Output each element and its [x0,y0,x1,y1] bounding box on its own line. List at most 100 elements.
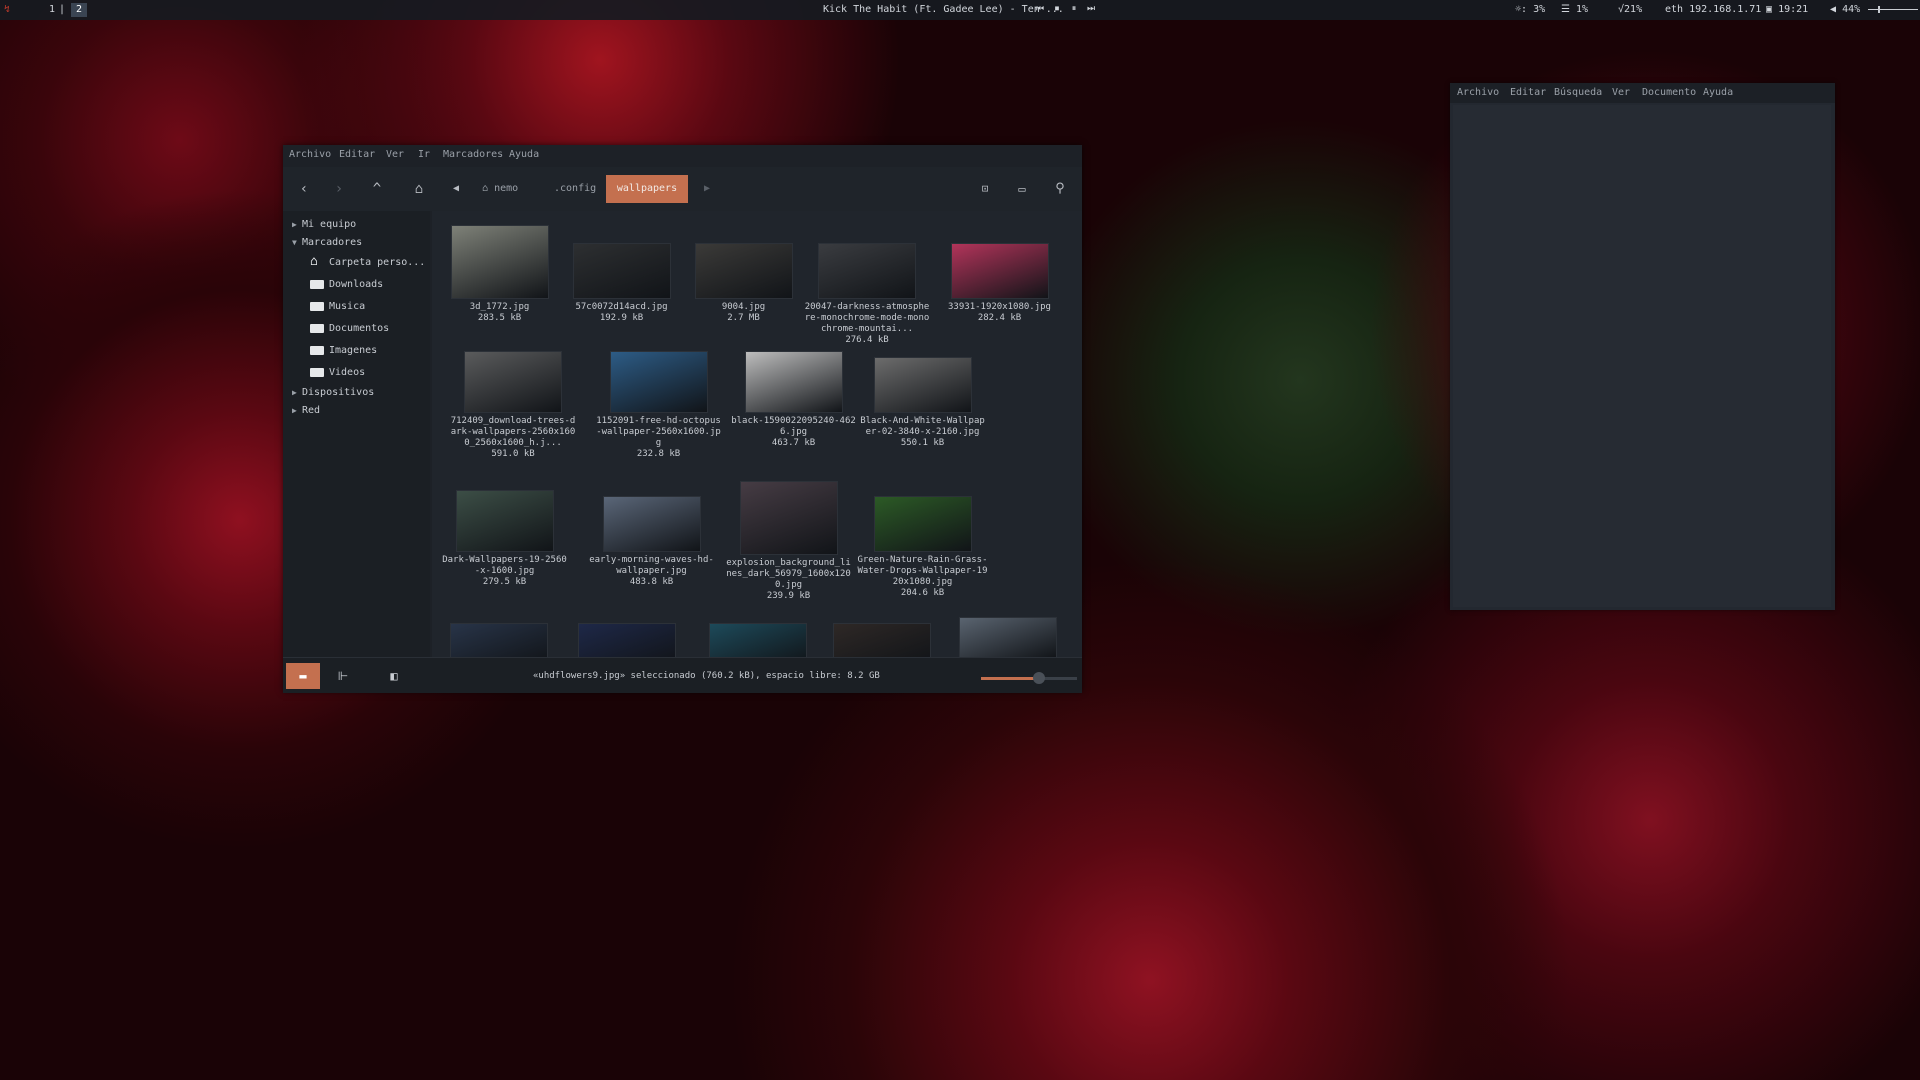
file-size: 192.9 kB [599,313,644,323]
editor-menu-busqueda[interactable]: Búsqueda [1554,87,1602,99]
file-item[interactable]: Black-And-White-Wallpaper-02-3840-x-2160… [860,357,985,449]
home-icon[interactable]: ⌂ [407,177,431,201]
file-item[interactable]: explosion_background_lines_dark_56979_16… [726,481,851,602]
next-track-icon[interactable]: ⏭ [1085,2,1097,16]
editor-menu-editar[interactable]: Editar [1510,87,1546,99]
file-thumbnail[interactable] [709,623,807,657]
breadcrumb-home[interactable]: ⌂ nemo [482,175,518,203]
menu-ayuda[interactable]: Ayuda [509,149,539,161]
editor-menu-archivo[interactable]: Archivo [1457,87,1499,99]
terminal-icon[interactable]: ⊡ [973,177,997,201]
sidebar-item-carpeta-personal[interactable]: ⌂ Carpeta perso... [310,254,425,272]
menu-ir[interactable]: Ir [418,149,430,161]
sidebar-item-downloads[interactable]: Downloads [310,276,383,294]
forward-icon[interactable]: › [327,177,351,201]
previous-track-icon[interactable]: ⏮ [1034,2,1046,16]
launcher-icon[interactable]: ↯ [4,3,14,17]
file-thumbnail[interactable] [833,623,931,657]
stop-icon[interactable]: ⏹ [1051,2,1063,16]
breadcrumb-right-icon[interactable]: ▶ [695,177,719,201]
collapse-icon[interactable]: ▼ [292,234,302,252]
file-thumbnail [744,351,843,413]
file-thumbnail[interactable] [578,623,676,657]
volume-bar-knob[interactable] [1878,6,1880,13]
file-name: 3d_1772.jpg [469,302,530,312]
menu-editar[interactable]: Editar [339,149,375,161]
sidebar-item-musica[interactable]: Musica [310,298,365,316]
sidebar-item-imagenes[interactable]: Imagenes [310,342,377,360]
workspace-2[interactable]: 2 [71,3,88,17]
workspace-1[interactable]: 1 [44,3,60,17]
expand-icon[interactable]: ▶ [292,216,302,234]
file-item[interactable]: 57c0072d14acd.jpg 192.9 kB [559,243,684,324]
file-item[interactable]: early-morning-waves-hd-wallpaper.jpg 483… [589,496,714,588]
file-item[interactable]: 9004.jpg 2.7 MB [681,243,806,324]
breadcrumb-config[interactable]: .config [554,175,596,203]
file-size: 232.8 kB [636,449,681,459]
volume-bar[interactable] [1868,9,1918,10]
menu-archivo[interactable]: Archivo [289,149,331,161]
file-item[interactable]: 1152091-free-hd-octopus-wallpaper-2560x1… [596,351,721,460]
expand-icon[interactable]: ▶ [292,384,302,402]
sidebar-dispositivos[interactable]: ▶ Dispositivos [292,384,374,402]
file-thumbnail [572,243,671,299]
file-name: 1152091-free-hd-octopus-wallpaper-2560x1… [596,416,721,448]
file-thumbnail [694,243,793,299]
search-icon[interactable]: ⚲ [1048,177,1072,201]
file-size: 282.4 kB [977,313,1022,323]
file-manager-window: Archivo Editar Ver Ir Marcadores Ayuda ‹… [283,145,1082,693]
file-item[interactable]: Green-Nature-Rain-Grass-Water-Drops-Wall… [855,496,990,599]
file-thumbnail [818,243,916,299]
volume-indicator[interactable]: ◀ 44% [1830,3,1860,17]
sidebar-red[interactable]: ▶ Red [292,402,320,420]
expand-icon[interactable]: ▶ [292,402,302,420]
editor-menu-ayuda[interactable]: Ayuda [1703,87,1733,99]
toggle-sidebar-icon[interactable]: ◧ [377,663,411,689]
menu-ver[interactable]: Ver [386,149,404,161]
tree-view-icon[interactable]: ⊩ [326,663,360,689]
file-size: 591.0 kB [491,449,535,459]
editor-menu-ver[interactable]: Ver [1612,87,1630,99]
file-name: Green-Nature-Rain-Grass-Water-Drops-Wall… [857,555,988,587]
folder-icon [310,301,324,311]
file-item[interactable]: 33931-1920x1080.jpg 282.4 kB [937,243,1062,324]
file-thumbnail [464,351,562,413]
file-size: 463.7 kB [771,438,816,448]
network-indicator: eth 192.168.1.71 [1665,4,1762,15]
pause-icon[interactable]: ⏸ [1068,2,1080,16]
folder-icon [310,345,324,355]
sidebar-marcadores[interactable]: ▼ Marcadores [292,234,362,252]
file-item[interactable]: black-1590022095240-4626.jpg 463.7 kB [731,351,856,449]
file-item[interactable]: Dark-Wallpapers-19-2560-x-1600.jpg 279.5… [442,490,567,588]
calendar-icon: ▣ [1766,4,1773,15]
menu-marcadores[interactable]: Marcadores [443,149,503,161]
breadcrumb-wallpapers[interactable]: wallpapers [606,175,688,203]
sidebar-item-videos[interactable]: Videos [310,364,365,382]
file-item[interactable]: 3d_1772.jpg 283.5 kB [437,225,562,324]
brightness-indicator: ☼: 3% [1515,3,1545,17]
editor-menu-bar: Archivo Editar Búsqueda Ver Documento Ay… [1450,83,1835,103]
toolbar: ‹ › ^ ⌂ ◀ ⌂ nemo .config wallpapers ▶ ⊡ … [283,167,1082,211]
volume-icon: ◀ [1830,4,1837,15]
up-icon[interactable]: ^ [365,177,389,201]
zoom-slider-handle[interactable] [1033,672,1045,684]
editor-text-area[interactable] [1453,105,1831,607]
sidebar-item-documentos[interactable]: Documentos [310,320,389,338]
editor-menu-documento[interactable]: Documento [1642,87,1696,99]
file-item[interactable]: 712409_download-trees-dark-wallpapers-25… [448,351,578,460]
file-name: 712409_download-trees-dark-wallpapers-25… [450,416,576,448]
places-view-folder-icon[interactable]: ▬ [286,663,320,689]
file-size: 483.8 kB [629,577,674,587]
file-thumbnail[interactable] [959,617,1057,657]
file-thumbnail [450,225,549,299]
file-thumbnail [739,481,838,555]
file-name: black-1590022095240-4626.jpg [731,416,856,437]
back-icon[interactable]: ‹ [292,177,316,201]
breadcrumb-label: nemo [494,183,519,194]
new-folder-icon[interactable]: ▭ [1010,177,1034,201]
sidebar-mi-equipo[interactable]: ▶ Mi equipo [292,216,356,234]
file-thumbnail[interactable] [450,623,548,657]
file-name: early-morning-waves-hd-wallpaper.jpg [589,555,714,576]
breadcrumb-left-icon[interactable]: ◀ [444,177,468,201]
file-item[interactable]: 20047-darkness-atmosphere-monochrome-mod… [803,243,931,346]
